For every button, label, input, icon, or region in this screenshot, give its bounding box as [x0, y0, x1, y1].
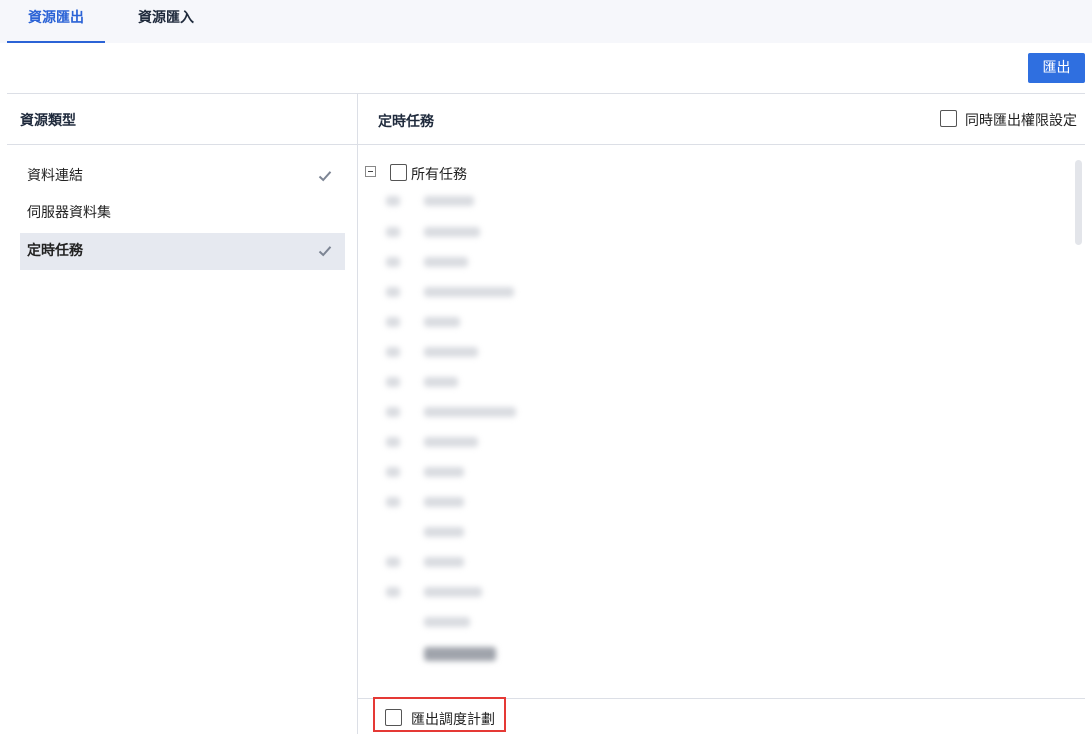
active-tab-indicator	[7, 41, 105, 43]
resource-type-item-server-dataset[interactable]: 伺服器資料集	[20, 195, 345, 232]
export-permissions-checkbox[interactable]	[940, 110, 957, 127]
export-schedule-label: 匯出調度計劃	[411, 712, 495, 728]
divider	[7, 93, 1085, 94]
tab-resource-import[interactable]: 資源匯入	[120, 0, 212, 43]
scrollbar[interactable]	[1075, 160, 1082, 245]
scheduled-task-title: 定時任務	[378, 114, 434, 130]
all-tasks-checkbox[interactable]	[390, 164, 407, 181]
divider	[7, 144, 1085, 145]
resource-type-label: 伺服器資料集	[27, 205, 111, 221]
resource-type-item-data-connection[interactable]: 資料連結	[20, 158, 345, 195]
resource-type-title: 資源類型	[20, 113, 76, 129]
resource-type-label: 資料連結	[27, 168, 83, 184]
check-icon	[318, 246, 332, 257]
check-icon	[318, 171, 332, 182]
export-button[interactable]: 匯出	[1028, 53, 1085, 83]
resource-type-item-scheduled-task[interactable]: 定時任務	[20, 233, 345, 270]
export-schedule-checkbox[interactable]	[385, 709, 402, 726]
tab-resource-export[interactable]: 資源匯出	[7, 0, 105, 43]
column-divider	[357, 93, 358, 734]
export-permissions-label: 同時匯出權限設定	[965, 113, 1077, 129]
all-tasks-label: 所有任務	[411, 167, 467, 183]
tab-bar: 資源匯出 資源匯入	[0, 0, 1092, 43]
collapse-icon[interactable]	[365, 166, 376, 177]
blurred-task-list	[384, 188, 524, 688]
resource-type-label: 定時任務	[27, 243, 83, 259]
